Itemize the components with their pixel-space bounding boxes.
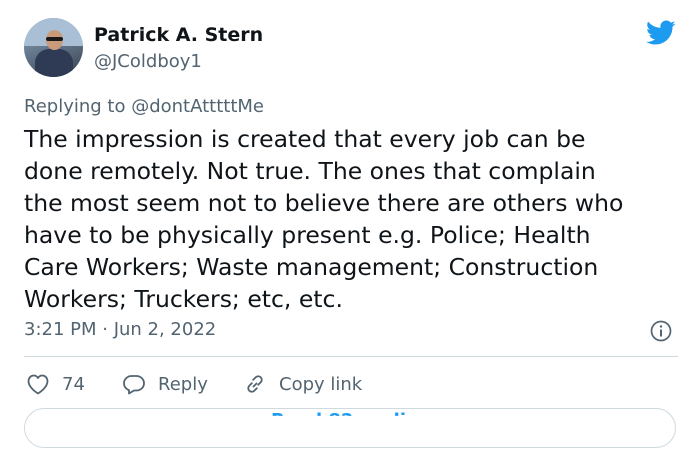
read-replies-label: Read 82 replies: [271, 410, 429, 431]
tweet-timestamp[interactable]: 3:21 PM · Jun 2, 2022: [24, 319, 216, 340]
tweet-text: The impression is created that every job…: [24, 125, 624, 313]
reply-label: Reply: [158, 373, 208, 395]
crop-mask: [25, 422, 115, 447]
like-button[interactable]: 74: [26, 372, 85, 396]
heart-icon: [27, 374, 49, 395]
copy-link-button[interactable]: Copy link: [243, 372, 362, 396]
info-icon[interactable]: [650, 320, 672, 342]
avatar-body: [35, 49, 73, 77]
author-handle[interactable]: @JColdboy1: [94, 51, 202, 72]
author-name[interactable]: Patrick A. Stern: [94, 24, 263, 46]
link-icon: [247, 375, 263, 393]
like-count: 74: [62, 373, 85, 395]
copy-link-label: Copy link: [279, 373, 363, 395]
reply-icon: [123, 375, 145, 395]
tweet-card: Patrick A. Stern @JColdboy1 Replying to …: [0, 0, 700, 472]
divider: [24, 356, 678, 357]
twitter-bird-icon[interactable]: [646, 20, 676, 46]
read-replies-button[interactable]: Read 82 replies: [24, 408, 676, 448]
avatar[interactable]: [24, 18, 83, 77]
avatar-glasses: [46, 37, 63, 41]
replying-to-label[interactable]: Replying to @dontAtttttMe: [24, 96, 264, 117]
reply-button[interactable]: Reply: [122, 372, 208, 396]
